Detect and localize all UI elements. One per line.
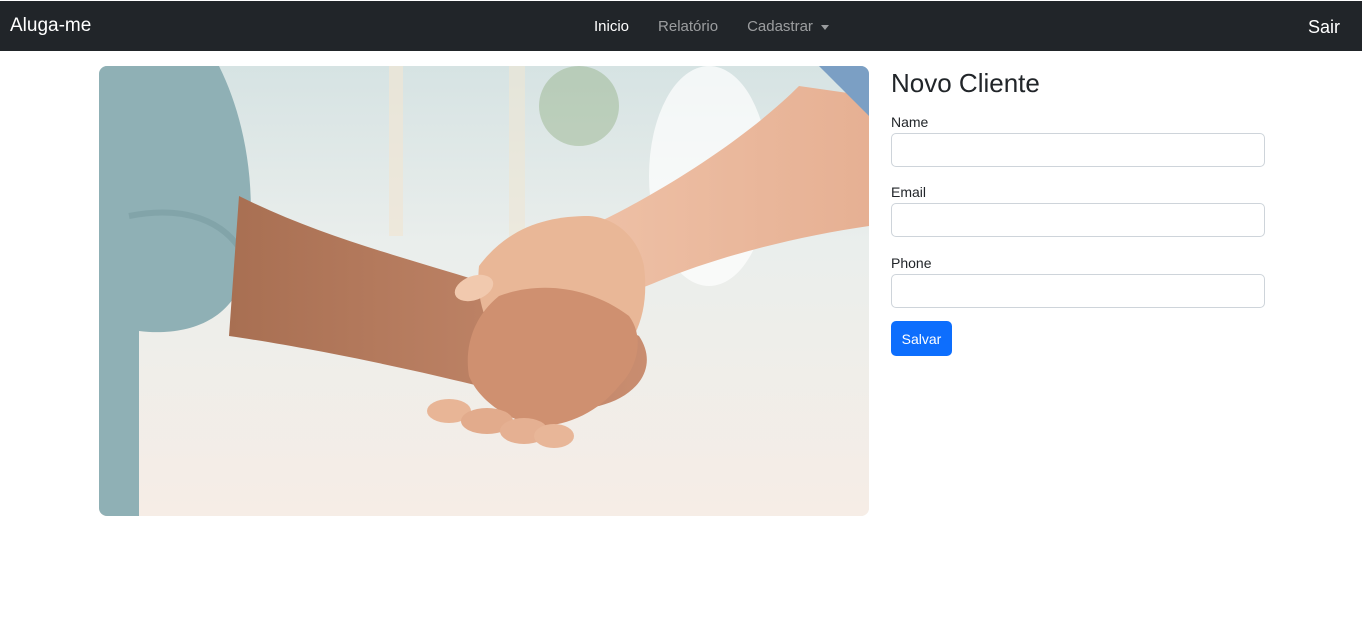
email-label: Email: [891, 184, 927, 200]
phone-group: Phone: [891, 254, 1265, 308]
nav-menu: Inicio Relatório Cadastrar: [594, 17, 829, 37]
nav-link-inicio[interactable]: Inicio: [594, 17, 629, 37]
email-group: Email: [891, 183, 1265, 237]
handshake-illustration: [99, 66, 869, 516]
nav-dropdown-label: Cadastrar: [747, 18, 813, 35]
name-label: Name: [891, 114, 929, 130]
phone-label: Phone: [891, 255, 932, 271]
save-button[interactable]: Salvar: [891, 321, 952, 356]
brand-link[interactable]: Aluga-me: [10, 15, 91, 37]
logout-link[interactable]: Sair: [1308, 16, 1340, 38]
phone-input[interactable]: [891, 274, 1265, 308]
top-navbar: Aluga-me Inicio Relatório Cadastrar Sair: [0, 0, 1362, 51]
nav-link-relatorio[interactable]: Relatório: [658, 17, 718, 37]
form-title: Novo Cliente: [891, 68, 1040, 98]
caret-down-icon: [820, 24, 829, 30]
new-client-form: Novo Cliente Name Email Phone Salvar: [891, 66, 1265, 356]
nav-dropdown-cadastrar[interactable]: Cadastrar: [747, 17, 829, 37]
email-input[interactable]: [891, 203, 1265, 237]
name-input[interactable]: [891, 133, 1265, 167]
handshake-image: [99, 66, 869, 516]
name-group: Name: [891, 113, 1265, 167]
